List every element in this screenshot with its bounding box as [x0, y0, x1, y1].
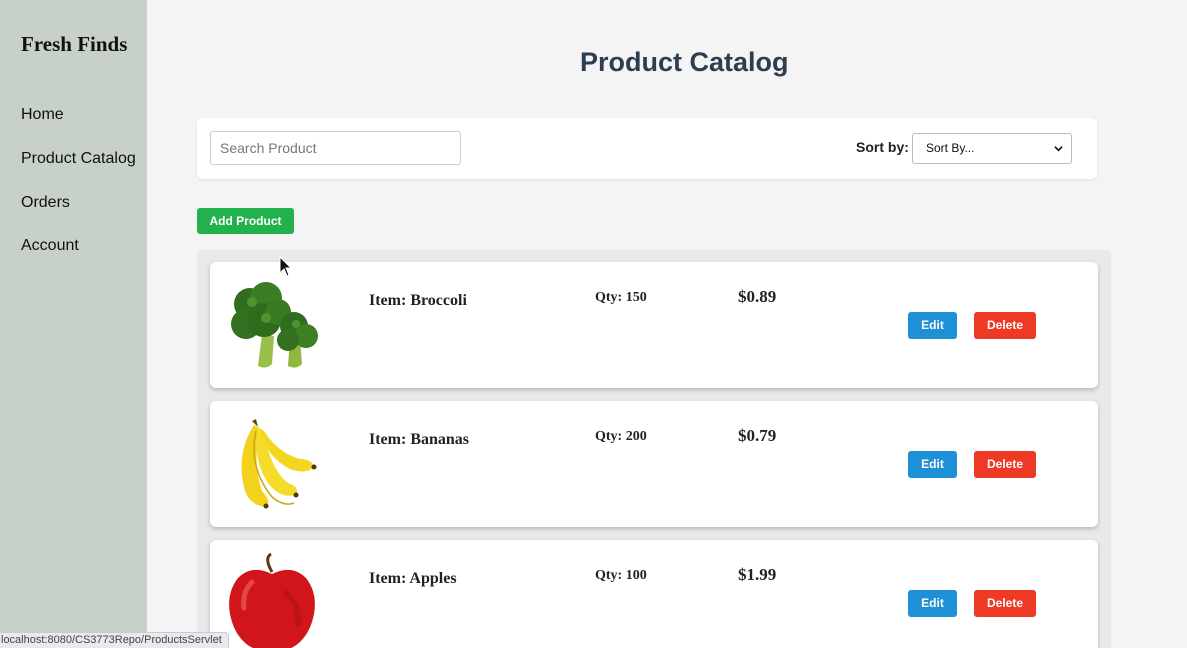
product-price: $1.99	[738, 565, 777, 584]
sidebar-item-home[interactable]: Home	[21, 106, 64, 124]
page-title: Product Catalog	[580, 47, 789, 77]
delete-button[interactable]: Delete	[974, 451, 1036, 478]
product-qty: Qty: 150	[595, 290, 647, 305]
toolbar: Sort by: Sort By...	[197, 118, 1097, 179]
product-name: Item: Apples	[369, 570, 457, 587]
product-price: $0.89	[738, 287, 777, 306]
search-input[interactable]	[210, 131, 461, 165]
sidebar-item-account[interactable]: Account	[21, 237, 79, 255]
product-name: Item: Bananas	[369, 431, 470, 448]
product-qty: Qty: 100	[595, 568, 647, 583]
brand-title: Fresh Finds	[21, 32, 128, 56]
add-product-button[interactable]: Add Product	[197, 208, 294, 234]
broccoli-image	[231, 282, 318, 368]
apple-image	[229, 552, 315, 648]
product-name: Item: Broccoli	[369, 292, 467, 309]
delete-button[interactable]: Delete	[974, 312, 1036, 339]
product-price: $0.79	[738, 426, 777, 445]
status-bar-url: localhost:8080/CS3773Repo/ProductsServle…	[0, 632, 229, 648]
sidebar: Fresh Finds Home Product Catalog Orders …	[0, 0, 147, 648]
edit-button[interactable]: Edit	[908, 451, 957, 478]
sidebar-item-product-catalog[interactable]: Product Catalog	[21, 150, 136, 168]
product-qty: Qty: 200	[595, 429, 647, 444]
product-card: Item: Bananas Qty: 200 $0.79 Edit Delete	[210, 401, 1098, 527]
sort-label: Sort by:	[856, 139, 909, 155]
product-card: Item: Apples Qty: 100 $1.99 Edit Delete	[210, 540, 1098, 648]
chevron-down-icon	[1054, 146, 1063, 152]
product-card: Item: Broccoli Qty: 150 $0.89 Edit Delet…	[210, 262, 1098, 388]
delete-button[interactable]: Delete	[974, 590, 1036, 617]
mouse-cursor-icon	[279, 256, 293, 277]
sort-selected-value: Sort By...	[926, 141, 975, 155]
bananas-image	[241, 419, 317, 509]
sidebar-item-orders[interactable]: Orders	[21, 194, 70, 212]
edit-button[interactable]: Edit	[908, 590, 957, 617]
edit-button[interactable]: Edit	[908, 312, 957, 339]
sort-select[interactable]: Sort By...	[912, 133, 1072, 164]
